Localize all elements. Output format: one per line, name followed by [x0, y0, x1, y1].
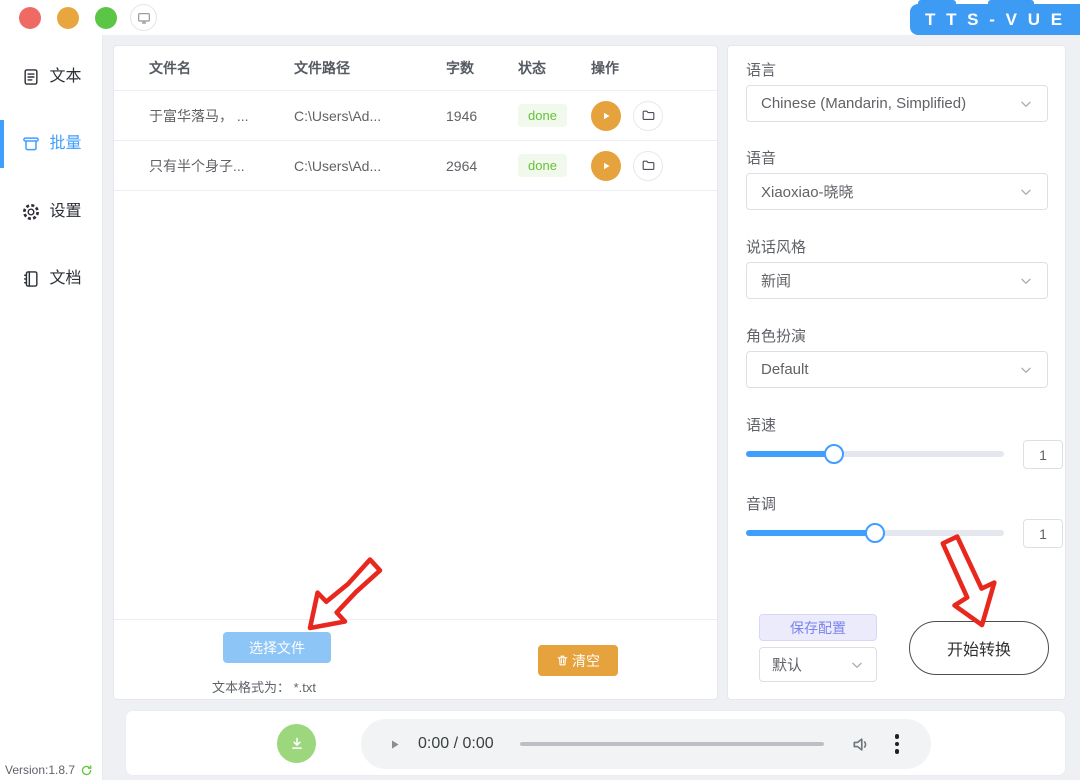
window-maximize-button[interactable] [95, 7, 117, 29]
trash-icon [556, 654, 569, 667]
file-name: 只有半个身子... [149, 156, 294, 176]
pitch-value[interactable]: 1 [1023, 519, 1063, 548]
player-progress-bar[interactable] [520, 742, 824, 746]
sidebar-item-settings[interactable]: 设置 [0, 191, 103, 233]
save-config-button[interactable]: 保存配置 [759, 614, 877, 641]
status-badge: done [518, 154, 567, 177]
col-wordcount: 字数 [446, 58, 518, 78]
open-folder-button[interactable] [633, 151, 663, 181]
pitch-label: 音调 [746, 493, 776, 514]
status-badge: done [518, 104, 567, 127]
version-label: Version:1.8.7 [5, 763, 93, 777]
sidebar-item-batch[interactable]: 批量 [0, 123, 103, 165]
language-label: 语言 [746, 59, 776, 80]
table-row: 于富华落马， ... C:\Users\Ad... 1946 done [114, 91, 717, 141]
pitch-slider-fill [746, 530, 875, 536]
folder-icon [641, 158, 656, 173]
chevron-down-icon [850, 658, 864, 672]
speed-slider-thumb[interactable] [824, 444, 844, 464]
voice-select[interactable]: Xiaoxiao-晓晓 [746, 173, 1048, 210]
table-header: 文件名 文件路径 字数 状态 操作 [114, 46, 717, 91]
word-count: 2964 [446, 158, 518, 174]
col-status: 状态 [518, 58, 591, 78]
table-row: 只有半个身子... C:\Users\Ad... 2964 done [114, 141, 717, 191]
sidebar-item-docs[interactable]: 文档 [0, 258, 103, 300]
speed-slider-fill [746, 451, 834, 457]
chevron-down-icon [1019, 274, 1033, 288]
file-panel-footer: 选择文件 文本格式为： *.txt 清空 [114, 619, 717, 699]
tts-settings-panel: 语言 Chinese (Mandarin, Simplified) 语音 Xia… [727, 45, 1066, 700]
chevron-down-icon [1019, 97, 1033, 111]
player-time: 0:00 / 0:00 [418, 735, 494, 753]
volume-icon[interactable] [850, 733, 873, 756]
role-label: 角色扮演 [746, 325, 806, 346]
open-folder-button[interactable] [633, 101, 663, 131]
file-path: C:\Users\Ad... [294, 108, 446, 124]
format-hint: 文本格式为： *.txt [212, 677, 316, 696]
file-path: C:\Users\Ad... [294, 158, 446, 174]
download-icon [288, 735, 306, 753]
play-icon [598, 108, 614, 124]
batch-box-icon [21, 134, 41, 154]
chevron-down-icon [1019, 363, 1033, 377]
speaking-style-select[interactable]: 新闻 [746, 262, 1048, 299]
speed-label: 语速 [746, 414, 776, 435]
document-icon [21, 67, 41, 87]
play-audio-button[interactable] [591, 101, 621, 131]
speed-slider[interactable] [746, 451, 1004, 457]
audio-player: 0:00 / 0:00 [361, 719, 931, 769]
play-icon [598, 158, 614, 174]
window-close-button[interactable] [19, 7, 41, 29]
sidebar-item-label: 批量 [49, 136, 81, 152]
select-file-button[interactable]: 选择文件 [223, 632, 331, 663]
tts-vue-window: T T S - V U E 文本 批量 设置 文档 [0, 0, 1080, 780]
refresh-icon[interactable] [80, 764, 93, 777]
config-select[interactable]: 默认 [759, 647, 877, 682]
display-toggle-button[interactable] [130, 4, 157, 31]
audio-bar: 0:00 / 0:00 [125, 710, 1066, 776]
sidebar-item-label: 文档 [49, 271, 81, 287]
clear-list-button[interactable]: 清空 [538, 645, 618, 676]
player-menu-button[interactable] [889, 732, 906, 756]
chevron-down-icon [1019, 185, 1033, 199]
notebook-icon [21, 269, 41, 289]
role-play-select[interactable]: Default [746, 351, 1048, 388]
download-audio-button[interactable] [277, 724, 316, 763]
sidebar-item-text[interactable]: 文本 [0, 56, 103, 98]
sidebar-item-label: 文本 [49, 69, 81, 85]
monitor-icon [136, 10, 152, 26]
pitch-slider-thumb[interactable] [865, 523, 885, 543]
window-minimize-button[interactable] [57, 7, 79, 29]
start-conversion-button[interactable]: 开始转换 [909, 621, 1049, 675]
speed-value[interactable]: 1 [1023, 440, 1063, 469]
folder-icon [641, 108, 656, 123]
sidebar-item-label: 设置 [49, 204, 81, 220]
titlebar: T T S - V U E [0, 0, 1080, 35]
gear-icon [21, 202, 41, 222]
batch-file-panel: 文件名 文件路径 字数 状态 操作 于富华落马， ... C:\Users\Ad… [113, 45, 718, 700]
file-name: 于富华落马， ... [149, 106, 294, 126]
col-filename: 文件名 [149, 58, 294, 78]
sidebar: 文本 批量 设置 文档 Version:1.8.7 [0, 35, 103, 780]
voice-label: 语音 [746, 147, 776, 168]
col-actions: 操作 [591, 58, 717, 78]
word-count: 1946 [446, 108, 518, 124]
language-select[interactable]: Chinese (Mandarin, Simplified) [746, 85, 1048, 122]
pitch-slider[interactable] [746, 530, 1004, 536]
col-filepath: 文件路径 [294, 58, 446, 78]
app-logo: T T S - V U E [910, 4, 1080, 35]
play-audio-button[interactable] [591, 151, 621, 181]
style-label: 说话风格 [746, 236, 806, 257]
player-play-icon[interactable] [387, 737, 402, 752]
